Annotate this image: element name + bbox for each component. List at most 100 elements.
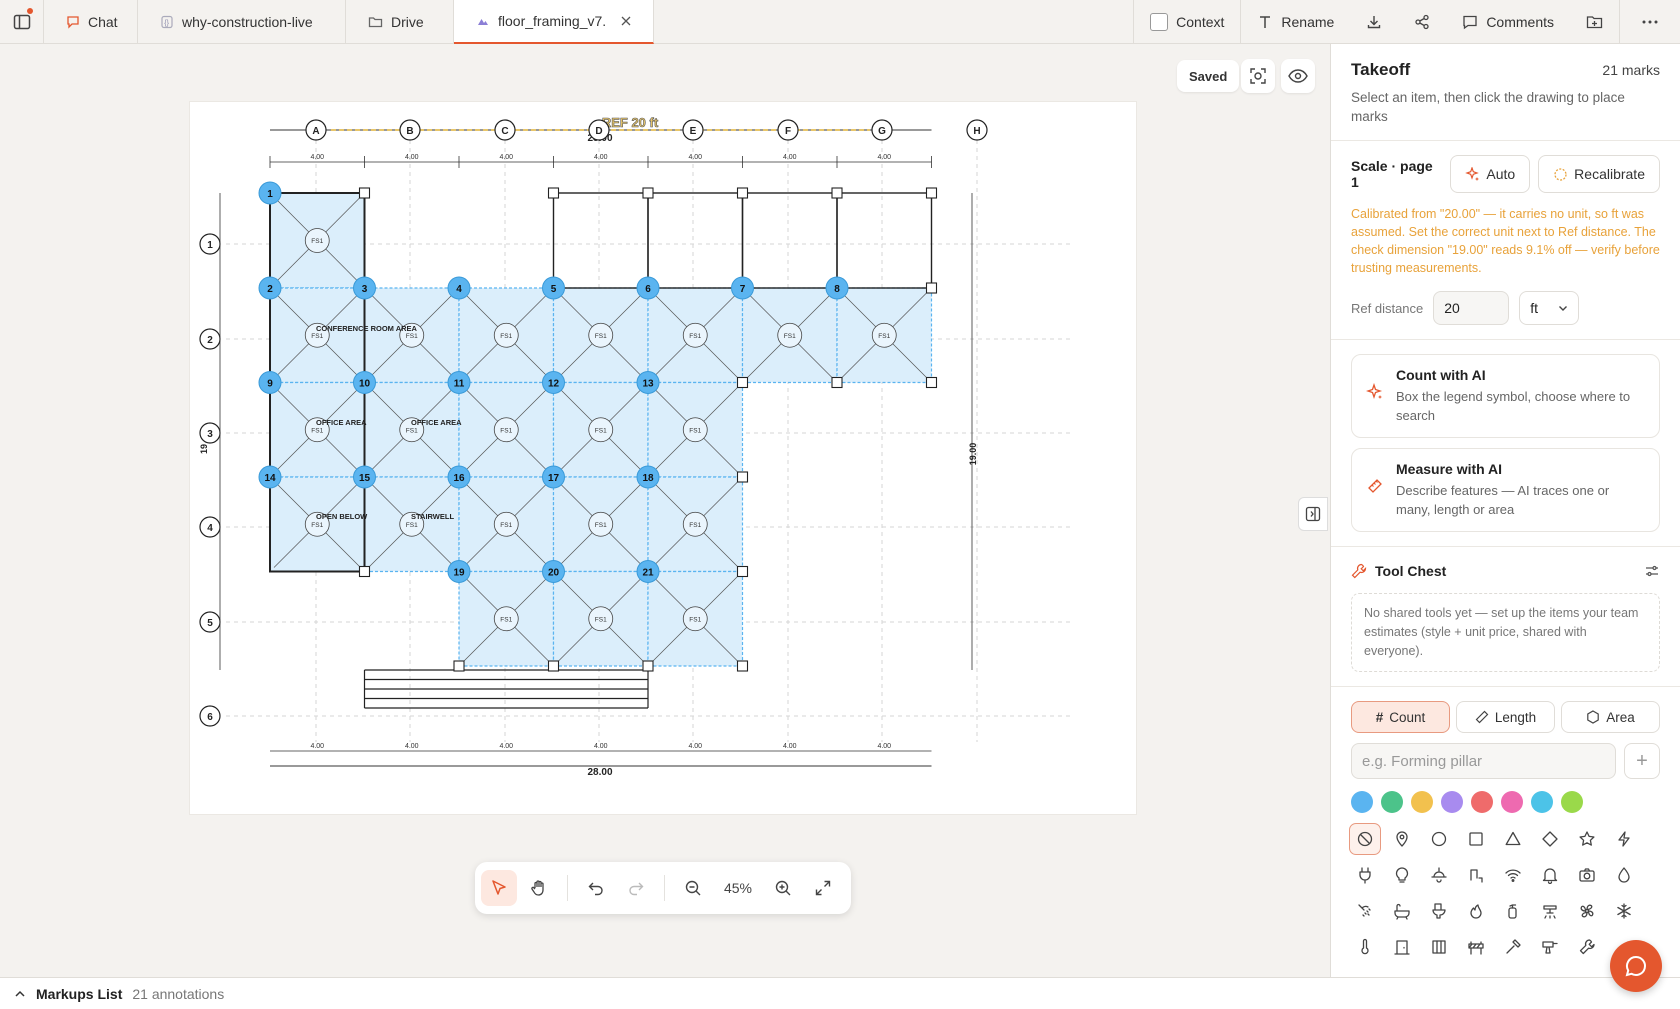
- context-checkbox[interactable]: [1150, 13, 1169, 31]
- column-marker: [358, 187, 371, 199]
- unit-select[interactable]: ft: [1519, 291, 1580, 325]
- wrench-icon: [1351, 563, 1367, 579]
- color-swatch[interactable]: [1381, 791, 1403, 813]
- collapse-panel-button[interactable]: [1298, 497, 1328, 531]
- marker-wrench-option[interactable]: [1571, 931, 1603, 963]
- grid-column-label: B: [406, 126, 413, 137]
- marker-window-option[interactable]: [1423, 931, 1455, 963]
- marker-barrier-option[interactable]: [1460, 931, 1492, 963]
- floor-plan-drawing[interactable]: 4.00 4.00 4.00 4.00 4.00 4.00 4.00 28.00 REF 20 …: [190, 102, 1136, 814]
- color-swatch[interactable]: [1561, 791, 1583, 813]
- marker-drill-option[interactable]: [1534, 931, 1566, 963]
- marker-extinguisher-option[interactable]: [1497, 895, 1529, 927]
- marker-bolt-option[interactable]: [1608, 823, 1640, 855]
- chat-assistant-button[interactable]: [1610, 940, 1662, 992]
- context-toggle[interactable]: Context: [1134, 0, 1240, 44]
- text-icon: [1260, 16, 1271, 28]
- measure-with-ai-card[interactable]: Measure with AI Describe features — AI t…: [1351, 448, 1660, 532]
- item-name-input[interactable]: e.g. Forming pillar: [1351, 743, 1616, 779]
- color-swatch[interactable]: [1531, 791, 1553, 813]
- chevron-up-icon[interactable]: [14, 988, 26, 1000]
- more-button[interactable]: [1619, 0, 1680, 44]
- segment-dimension: 4.00: [405, 743, 419, 750]
- pin-icon: [1396, 831, 1408, 847]
- color-swatch[interactable]: [1411, 791, 1433, 813]
- marker-door-option[interactable]: [1386, 931, 1418, 963]
- markups-list-bar[interactable]: Markups List 21 annotations: [0, 977, 1680, 1009]
- marker-ban-option[interactable]: [1349, 823, 1381, 855]
- marker-drop-option[interactable]: [1608, 859, 1640, 891]
- count-mode-button[interactable]: # Count: [1351, 701, 1450, 733]
- color-swatch[interactable]: [1441, 791, 1463, 813]
- marker-pin-option[interactable]: [1386, 823, 1418, 855]
- segment-dimension: 4.00: [594, 154, 608, 161]
- tab-document[interactable]: {} why-construction-live: [138, 0, 346, 44]
- marker-sprinkler-option[interactable]: [1534, 895, 1566, 927]
- eye-icon: [1288, 69, 1308, 83]
- marker-square-option[interactable]: [1460, 823, 1492, 855]
- marker-bulb-option[interactable]: [1386, 859, 1418, 891]
- marker-thermometer-option[interactable]: [1349, 931, 1381, 963]
- hand-icon: [531, 880, 544, 896]
- redo-button[interactable]: [618, 870, 654, 906]
- close-icon[interactable]: [621, 13, 631, 29]
- zoom-in-button[interactable]: [765, 870, 801, 906]
- bolt-icon: [1618, 831, 1630, 847]
- grid-row-label: 3: [207, 429, 213, 440]
- square-icon: [1469, 832, 1483, 846]
- framed-bay: [836, 192, 933, 289]
- count-with-ai-card[interactable]: Count with AI Box the legend symbol, cho…: [1351, 354, 1660, 438]
- share-button[interactable]: [1398, 0, 1446, 44]
- marker-wifi-option[interactable]: [1497, 859, 1529, 891]
- marker-fan-option[interactable]: [1571, 895, 1603, 927]
- color-swatch[interactable]: [1471, 791, 1493, 813]
- download-button[interactable]: [1350, 0, 1398, 44]
- tab-floor-framing[interactable]: floor_framing_v7.png: [454, 0, 654, 44]
- markups-list-title: Markups List: [36, 985, 123, 1002]
- marker-faucet-option[interactable]: [1460, 859, 1492, 891]
- settings-sliders-icon[interactable]: [1644, 563, 1660, 579]
- ref-distance-input[interactable]: 20: [1433, 291, 1510, 325]
- marker-plug-option[interactable]: [1349, 859, 1381, 891]
- marker-camera-option[interactable]: [1571, 859, 1603, 891]
- sidebar-toggle-button[interactable]: [0, 0, 44, 44]
- color-swatch[interactable]: [1501, 791, 1523, 813]
- marker-bathtub-option[interactable]: [1386, 895, 1418, 927]
- tab-drive[interactable]: Drive: [346, 0, 454, 44]
- marker-star-option[interactable]: [1571, 823, 1603, 855]
- zoom-out-button[interactable]: [675, 870, 711, 906]
- panel-tag: FS1: [311, 333, 323, 340]
- marker-shower-option[interactable]: [1349, 895, 1381, 927]
- length-mode-button[interactable]: Length: [1456, 701, 1555, 733]
- marker-flame-option[interactable]: [1460, 895, 1492, 927]
- segment-dimension: 4.00: [499, 743, 513, 750]
- marker-circle-option[interactable]: [1423, 823, 1455, 855]
- marker-toilet-option[interactable]: [1423, 895, 1455, 927]
- undo-button[interactable]: [578, 870, 614, 906]
- drawing-sheet[interactable]: 4.00 4.00 4.00 4.00 4.00 4.00 4.00 28.00 REF 20 …: [190, 102, 1136, 814]
- marker-ceiling-light-option[interactable]: [1423, 859, 1455, 891]
- marker-hammer-option[interactable]: [1497, 931, 1529, 963]
- drawing-canvas[interactable]: 4.00 4.00 4.00 4.00 4.00 4.00 4.00 28.00 REF 20 …: [0, 44, 1330, 977]
- area-mode-button[interactable]: Area: [1561, 701, 1660, 733]
- recalibrate-button[interactable]: Recalibrate: [1538, 155, 1660, 193]
- pan-tool-button[interactable]: [521, 870, 557, 906]
- color-swatch[interactable]: [1351, 791, 1373, 813]
- comments-button[interactable]: Comments: [1446, 0, 1570, 44]
- focus-button[interactable]: [1241, 59, 1275, 93]
- marker-bell-option[interactable]: [1534, 859, 1566, 891]
- add-item-button[interactable]: +: [1624, 743, 1660, 779]
- column-marker: [736, 660, 749, 672]
- marker-diamond-option[interactable]: [1534, 823, 1566, 855]
- rename-button[interactable]: Rename: [1240, 0, 1350, 44]
- tab-chat[interactable]: Chat: [44, 0, 138, 44]
- room-label: OPEN BELOW: [316, 512, 368, 521]
- add-to-folder-button[interactable]: [1570, 0, 1619, 44]
- select-tool-button[interactable]: [481, 870, 517, 906]
- shower-icon: [1358, 904, 1371, 917]
- fit-screen-button[interactable]: [805, 870, 841, 906]
- auto-scale-button[interactable]: Auto: [1450, 155, 1531, 193]
- visibility-button[interactable]: [1281, 59, 1315, 93]
- marker-triangle-option[interactable]: [1497, 823, 1529, 855]
- marker-snowflake-option[interactable]: [1608, 895, 1640, 927]
